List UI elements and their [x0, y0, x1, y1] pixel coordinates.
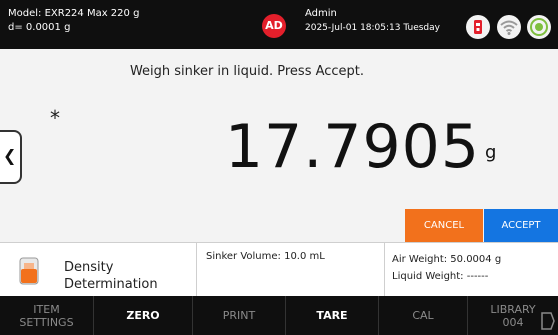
air-weight: Air Weight: 50.0004 g [392, 254, 502, 265]
print-button[interactable]: PRINT [193, 296, 286, 335]
wifi-icon[interactable] [497, 15, 521, 39]
accept-button[interactable]: ACCEPT [484, 209, 558, 242]
status-header: Model: EXR224 Max 220 g d= 0.0001 g AD A… [0, 0, 558, 49]
item-settings-line1: ITEM [33, 302, 60, 316]
resolution-line: d= 0.0001 g [8, 22, 71, 33]
user-info: Admin 2025-Jul-01 18:05:13 Tuesday [305, 7, 440, 35]
chevron-left-icon: ❮ [3, 146, 17, 165]
cal-button[interactable]: CAL [379, 296, 468, 335]
sinker-volume: Sinker Volume: 10.0 mL [206, 251, 325, 262]
divider [196, 243, 197, 297]
library-line2: 004 [502, 315, 524, 329]
tare-button[interactable]: TARE [286, 296, 379, 335]
beaker-icon [18, 256, 40, 286]
weight-readout: 17.7905 [224, 112, 480, 182]
usb-icon[interactable] [466, 15, 490, 39]
divider [384, 243, 385, 297]
weight-unit: g [485, 142, 497, 163]
item-settings-button[interactable]: ITEM SETTINGS [0, 296, 94, 335]
datetime: 2025-Jul-01 18:05:13 Tuesday [305, 23, 440, 33]
softkey-bar: ITEM SETTINGS ZERO PRINT TARE CAL LIBRAR… [0, 296, 558, 335]
liquid-weight: Liquid Weight: ------ [392, 271, 489, 282]
application-info-strip: Density Determination Sinker Volume: 10.… [0, 242, 558, 297]
weights-summary: Air Weight: 50.0004 g Liquid Weight: ---… [392, 251, 501, 285]
user-name: Admin [305, 8, 337, 19]
cancel-button[interactable]: CANCEL [405, 209, 483, 242]
avatar[interactable]: AD [262, 14, 286, 38]
model-line: Model: EXR224 Max 220 g [8, 8, 140, 19]
library-line1: LIBRARY [490, 302, 536, 316]
application-label[interactable]: Density Determination [64, 259, 164, 293]
application-name: Density Determination [64, 260, 158, 292]
side-panel-toggle[interactable]: ❮ [0, 130, 22, 184]
zero-button[interactable]: ZERO [94, 296, 193, 335]
item-settings-line2: SETTINGS [19, 315, 74, 329]
library-icon [539, 311, 555, 331]
balance-info: Model: EXR224 Max 220 g d= 0.0001 g [8, 7, 139, 35]
level-target-icon[interactable] [527, 15, 551, 39]
instruction-prompt: Weigh sinker in liquid. Press Accept. [129, 64, 365, 79]
